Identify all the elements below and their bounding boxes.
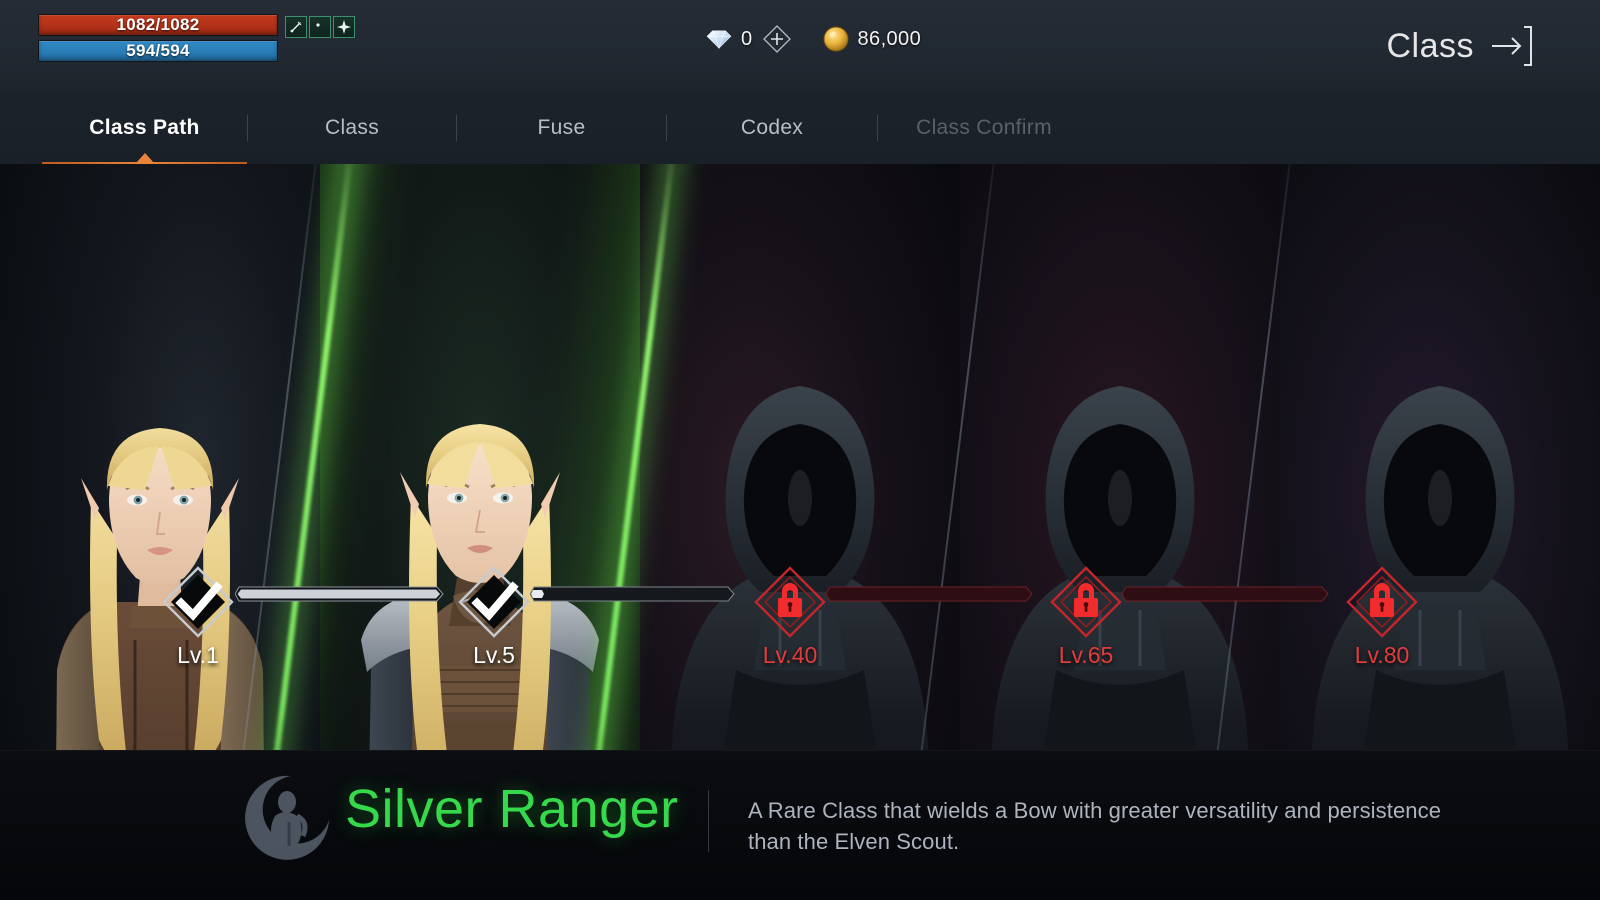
class-description: A Rare Class that wields a Bow with grea…	[748, 798, 1442, 855]
tabs-list: Class Path Class Fuse Codex Class Confir…	[42, 92, 1090, 164]
exit-label: Class	[1386, 26, 1474, 65]
tab-bar: Class Path Class Fuse Codex Class Confir…	[0, 92, 1600, 164]
path-node-lv5-label: Lv.5	[473, 642, 515, 668]
top-header: 1082/1082 594/594 0 86,000 Class	[0, 0, 1600, 92]
arrow-right-icon	[1492, 26, 1532, 66]
buff-icons-group	[285, 16, 355, 38]
tab-fuse-label: Fuse	[537, 116, 586, 139]
class-name: Silver Ranger	[345, 779, 679, 839]
add-diamond-button[interactable]	[762, 24, 792, 54]
path-node-lv1[interactable]: Lv.1	[162, 566, 234, 668]
diamond-count: 0	[741, 27, 753, 50]
tab-fuse[interactable]: Fuse	[457, 92, 666, 164]
gold-group: 86,000	[823, 26, 922, 52]
hp-value: 1082/1082	[116, 15, 200, 34]
game-screen: 1082/1082 594/594 0 86,000 Class Class P…	[0, 0, 1600, 900]
tab-class-label: Class	[324, 116, 379, 139]
coin-icon	[823, 26, 849, 52]
buff-icon-blessing[interactable]	[333, 16, 355, 38]
gold-count: 86,000	[857, 27, 922, 50]
mp-value: 594/594	[126, 41, 190, 60]
connector-lv5-lv40	[530, 585, 736, 603]
mp-bar: 594/594	[38, 40, 278, 62]
tab-class-path[interactable]: Class Path	[42, 92, 247, 164]
active-tab-caret-icon	[135, 153, 154, 163]
path-node-lv80[interactable]: Lv.80	[1346, 566, 1418, 668]
tab-class[interactable]: Class	[248, 92, 456, 164]
diamond-icon	[706, 30, 732, 50]
tab-codex[interactable]: Codex	[667, 92, 877, 164]
connector-lv65-lv80	[1122, 585, 1330, 603]
ranger-emblem-icon	[245, 775, 329, 860]
path-node-lv65-label: Lv.65	[1058, 642, 1114, 668]
connector-lv1-lv5	[235, 585, 445, 603]
path-node-lv80-label: Lv.80	[1354, 642, 1410, 668]
vitals-group: 1082/1082 594/594	[38, 14, 278, 66]
buff-icon-speed-boost[interactable]	[309, 16, 331, 38]
exit-class-button[interactable]: Class	[1386, 12, 1544, 80]
path-node-lv65[interactable]: Lv.65	[1050, 566, 1122, 668]
path-node-lv5[interactable]: Lv.5	[458, 566, 530, 668]
connector-lv40-lv65	[826, 585, 1034, 603]
tab-class-confirm-label: Class Confirm	[916, 116, 1052, 139]
hp-bar: 1082/1082	[38, 14, 278, 36]
tab-codex-label: Codex	[740, 116, 804, 139]
path-node-lv1-label: Lv.1	[177, 642, 219, 668]
currency-group: 0 86,000	[706, 20, 921, 58]
path-node-lv40[interactable]: Lv.40	[754, 566, 826, 668]
class-info-divider	[708, 790, 709, 852]
tab-class-confirm[interactable]: Class Confirm	[878, 92, 1090, 164]
path-node-lv40-label: Lv.40	[762, 642, 818, 668]
tab-class-path-label: Class Path	[89, 116, 200, 139]
buff-icon-attack-boost[interactable]	[285, 16, 307, 38]
